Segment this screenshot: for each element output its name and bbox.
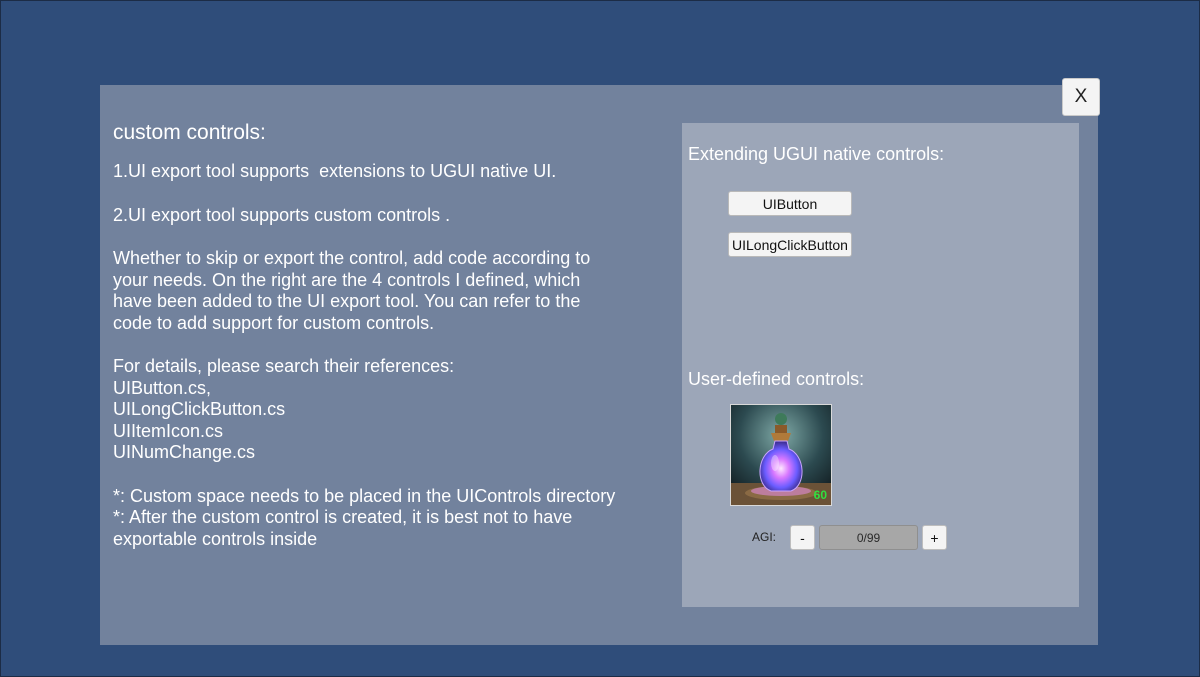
- ui-item-icon[interactable]: 60: [730, 404, 832, 506]
- description-line: code to add support for custom controls.: [113, 312, 435, 333]
- reference-file: UINumChange.cs: [113, 442, 256, 462]
- native-controls-heading: Extending UGUI native controls:: [688, 144, 945, 164]
- ui-long-click-button[interactable]: UILongClickButton: [728, 232, 852, 257]
- references-heading: For details, please search their referen…: [113, 356, 455, 376]
- description-line: Whether to skip or export the control, a…: [113, 248, 591, 268]
- agi-label: AGI:: [752, 530, 777, 544]
- description-column: custom controls: 1.UI export tool suppor…: [113, 120, 673, 550]
- reference-file: UIButton.cs,: [113, 377, 212, 398]
- description-line: have been added to the UI export tool. Y…: [113, 291, 581, 311]
- user-defined-controls-heading: User-defined controls:: [688, 369, 865, 389]
- close-button[interactable]: X: [1062, 78, 1100, 116]
- description-point-2: 2.UI export tool supports custom control…: [113, 204, 451, 225]
- note-line: *: After the custom control is created, …: [113, 507, 573, 527]
- agi-value-field[interactable]: 0/99: [819, 525, 918, 550]
- page-title: custom controls:: [113, 121, 266, 144]
- note-line: exportable controls inside: [113, 528, 318, 549]
- description-point-1: 1.UI export tool supports extensions to …: [113, 161, 557, 181]
- ui-button[interactable]: UIButton: [728, 191, 852, 216]
- reference-file: UILongClickButton.cs: [113, 399, 286, 419]
- reference-file: UIItemIcon.cs: [113, 420, 224, 441]
- note-line: *: Custom space needs to be placed in th…: [113, 485, 616, 506]
- decrement-button[interactable]: -: [790, 525, 815, 550]
- item-count: 60: [813, 488, 827, 502]
- description-line: your needs. On the right are the 4 contr…: [113, 269, 581, 290]
- increment-button[interactable]: +: [922, 525, 947, 550]
